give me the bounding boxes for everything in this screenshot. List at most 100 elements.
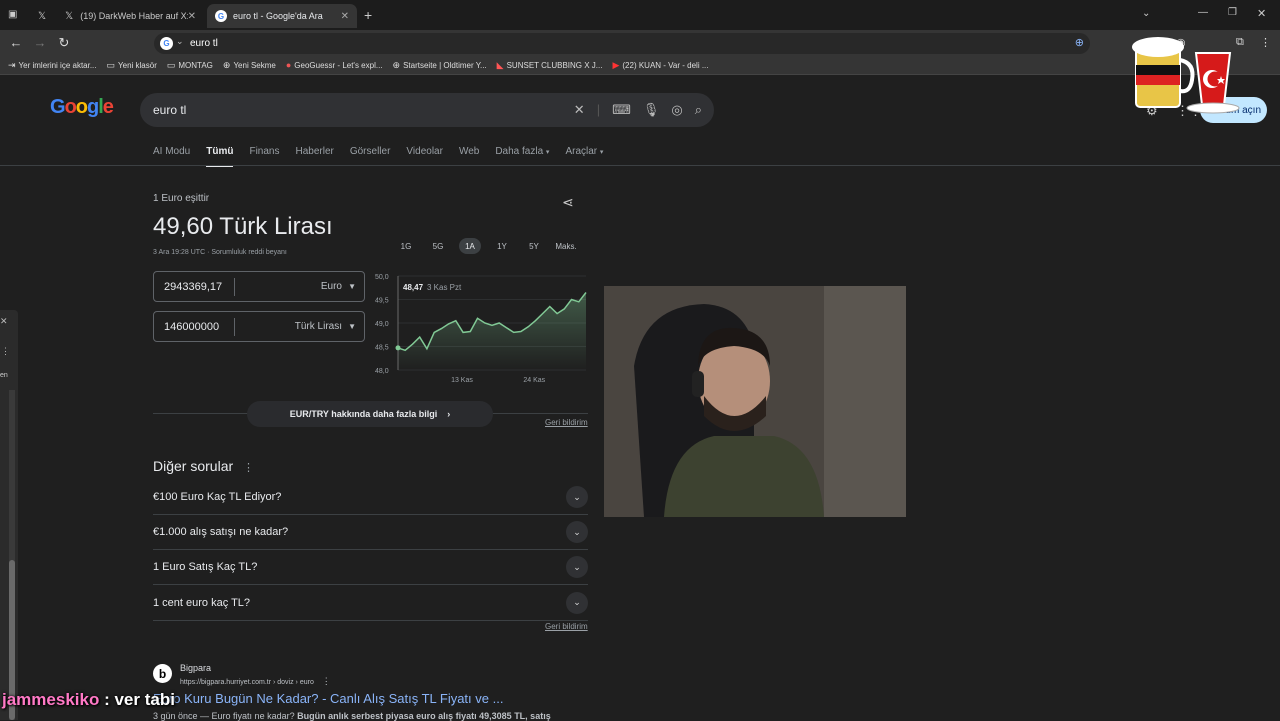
questions-divider [153, 620, 588, 621]
keyboard-icon[interactable]: ⌨ [612, 102, 631, 118]
import-icon: ⇥ [8, 59, 16, 70]
tab-ai-mode[interactable]: AI Modu [153, 146, 190, 167]
globe-icon: ⊕ [222, 59, 231, 70]
from-amount-field[interactable]: 2943369,17 Euro ▼ [153, 271, 365, 302]
maximize-icon[interactable]: ❐ [1228, 7, 1237, 18]
clear-icon[interactable]: ✕ [574, 102, 585, 118]
tab-tools[interactable]: Araçlar ▾ [565, 146, 603, 167]
chevron-down-icon[interactable]: ⌄ [566, 521, 588, 543]
chevron-down-icon[interactable]: ⌄ [176, 36, 184, 47]
from-currency-select[interactable]: Euro [321, 281, 342, 292]
close-icon[interactable]: ✕ [0, 316, 8, 327]
share-icon[interactable]: ⋖ [562, 194, 574, 211]
result-title-link[interactable]: Euro Kuru Bugün Ne Kadar? - Canlı Alış S… [153, 691, 503, 706]
reload-icon[interactable]: ↻ [55, 35, 73, 51]
chevron-down-icon[interactable]: ⌄ [566, 591, 588, 614]
bookmark-geoguessr[interactable]: ● GeoGuessr - Let's expl... [286, 60, 383, 70]
bookmark-import[interactable]: ⇥ Yer imlerini içe aktar... [8, 60, 97, 71]
bookmark-sunset[interactable]: ◣ SUNSET CLUBBING X J... [497, 60, 603, 71]
tab-videos[interactable]: Videolar [406, 146, 443, 167]
from-amount: 2943369,17 [164, 280, 223, 293]
forward-icon[interactable]: → [31, 35, 49, 50]
tab-web[interactable]: Web [459, 146, 479, 167]
chat-username: jammeskiko [2, 690, 100, 709]
bookmark-oldtimer[interactable]: ⊕ Startseite | Oldtimer Y... [393, 60, 487, 71]
question-item[interactable]: €1.000 alış satışı ne kadar? ⌄ [153, 515, 588, 550]
bookmark-new-tab[interactable]: ⊕ Yeni Sekme [223, 60, 276, 71]
youtube-icon: ▶ [612, 59, 620, 70]
question-text: €100 Euro Kaç TL Ediyor? [153, 491, 282, 503]
y-tick-label: 50,0 [375, 274, 389, 281]
bookmark-folder-new[interactable]: ▭ Yeni klasör [107, 60, 157, 71]
tab-title: euro tl - Google'da Ara [233, 11, 323, 21]
result-url[interactable]: https://bigpara.hurriyet.com.tr › doviz … [180, 676, 331, 687]
google-logo[interactable]: Google [50, 96, 114, 119]
range-1m[interactable]: 1A [459, 238, 481, 254]
y-tick-label: 49,5 [375, 298, 389, 305]
tab-finance[interactable]: Finans [249, 146, 279, 167]
exchange-rate: 49,60 Türk Lirası [153, 213, 333, 240]
minimize-icon[interactable]: — [1198, 7, 1208, 18]
side-panel-text: en [0, 372, 8, 379]
range-1d[interactable]: 1G [390, 238, 422, 254]
question-item[interactable]: €100 Euro Kaç TL Ediyor? ⌄ [153, 480, 588, 515]
tab-strip: ▣ 𝕏 𝕏 (19) DarkWeb Haber auf X: „Bü ✕ G … [0, 0, 1280, 30]
question-text: 1 Euro Satış Kaç TL? [153, 561, 258, 573]
tab-news[interactable]: Haberler [295, 146, 333, 167]
question-item[interactable]: 1 cent euro kaç TL? ⌄ [153, 585, 588, 620]
address-bar[interactable]: G ⌄ euro tl ⊕ [154, 33, 1090, 54]
to-currency-select[interactable]: Türk Lirası [295, 321, 342, 332]
question-item[interactable]: 1 Euro Satış Kaç TL? ⌄ [153, 550, 588, 585]
tab-google[interactable]: G euro tl - Google'da Ara ✕ [207, 4, 357, 28]
chevron-down-icon[interactable]: ⌄ [1142, 8, 1150, 19]
lens-icon[interactable]: ◎ [671, 102, 682, 118]
bookmark-kuan[interactable]: ▶ (22) KUAN - Var - deli ... [612, 60, 708, 71]
bookmark-label: GeoGuessr - Let's expl... [294, 60, 383, 70]
feedback-link[interactable]: Geri bildirim [545, 622, 588, 631]
bookmark-folder-montag[interactable]: ▭ MONTAG [167, 60, 213, 71]
microphone-icon[interactable]: 🎙 [643, 102, 660, 118]
chevron-down-icon[interactable]: ⌄ [566, 556, 588, 578]
translate-icon[interactable]: ⊕ [1075, 36, 1084, 49]
chat-text: : ver tabi [104, 690, 175, 709]
menu-icon[interactable]: ⋮ [1260, 36, 1271, 49]
x-icon: 𝕏 [65, 10, 74, 22]
tab-more-label: Daha fazla [495, 146, 544, 157]
back-icon[interactable]: ← [7, 35, 25, 50]
close-icon[interactable]: ✕ [341, 11, 349, 22]
range-5d[interactable]: 5G [422, 238, 454, 254]
webcam-image [604, 286, 906, 517]
more-options-icon[interactable]: ⋮ [322, 676, 331, 686]
result-site-name[interactable]: Bigpara [180, 663, 211, 673]
tab-darkweb[interactable]: 𝕏 (19) DarkWeb Haber auf X: „Bü ✕ [56, 4, 204, 28]
rate-timestamp: 3 Ara 19:28 UTC · Sorumluluk reddi beyan… [153, 249, 287, 256]
side-panel: ✕ ⋮ en [0, 310, 18, 720]
more-options-icon[interactable]: ⋮ [1, 346, 10, 357]
tab-tools-label: Araçlar [565, 146, 598, 157]
search-input[interactable]: euro tl ✕ | ⌨ 🎙 ◎ ⌕ [140, 93, 714, 127]
more-info-button[interactable]: EUR/TRY hakkında daha fazla bilgi › [247, 401, 493, 427]
question-text: €1.000 alış satışı ne kadar? [153, 526, 289, 538]
feedback-link[interactable]: Geri bildirim [545, 418, 588, 427]
close-window-icon[interactable]: ✕ [1257, 7, 1266, 20]
new-tab-icon[interactable]: + [364, 7, 372, 23]
tab-search-icon[interactable]: ▣ [8, 9, 17, 20]
tab-images[interactable]: Görseller [350, 146, 391, 167]
range-5y[interactable]: 5Y [518, 238, 550, 254]
to-amount-field[interactable]: 146000000 Türk Lirası ▼ [153, 311, 365, 342]
y-tick-label: 49,0 [375, 321, 389, 328]
exchange-rate-chart[interactable]: 50,0 49,5 49,0 48,5 48,0 48,47 3 Kas Pzt 13 … [370, 268, 590, 390]
range-1y[interactable]: 1Y [486, 238, 518, 254]
bookmark-label: Startseite | Oldtimer Y... [403, 60, 487, 70]
search-icon[interactable]: ⌕ [695, 102, 702, 118]
tab-more[interactable]: Daha fazla ▾ [495, 146, 549, 167]
x-icon: 𝕏 [38, 10, 47, 22]
header-divider [0, 165, 1280, 166]
tab-all[interactable]: Tümü [206, 146, 234, 167]
close-icon[interactable]: ✕ [188, 11, 196, 22]
more-options-icon[interactable]: ⋮ [243, 462, 254, 474]
tab-x[interactable]: 𝕏 [30, 4, 56, 28]
range-max[interactable]: Maks. [550, 238, 582, 254]
chevron-down-icon[interactable]: ⌄ [566, 486, 588, 508]
beer-tea-sticker [1132, 37, 1240, 114]
